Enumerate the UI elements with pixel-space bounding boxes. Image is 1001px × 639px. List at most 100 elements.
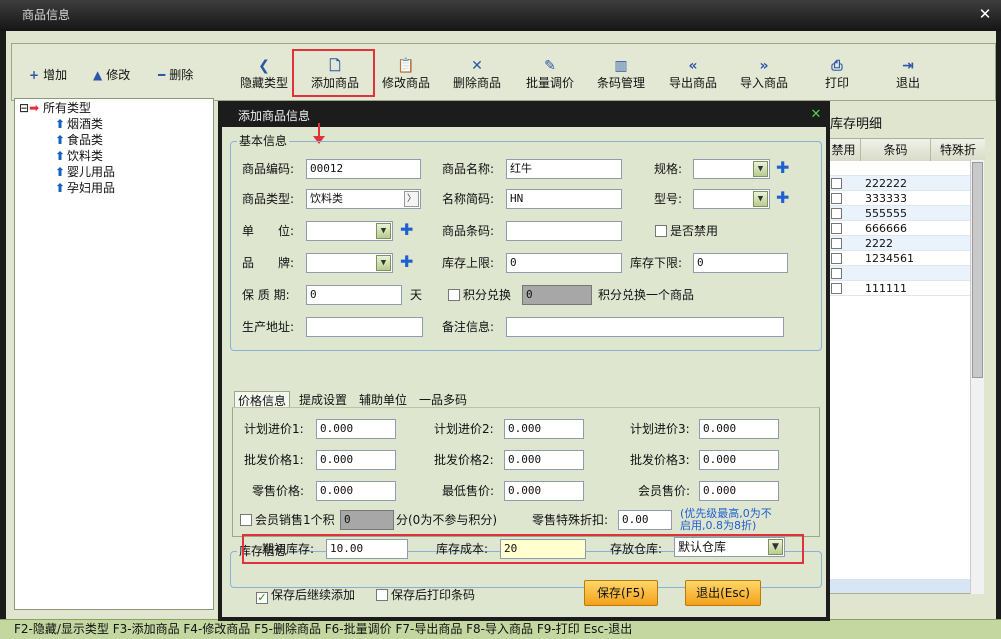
remark-input[interactable] <box>506 317 784 337</box>
points-exchange-checkbox[interactable]: 积分兑换 <box>448 287 511 303</box>
dialog-close-icon[interactable]: ✕ <box>808 107 824 123</box>
disabled-checkbox[interactable] <box>831 208 842 219</box>
column-header-barcode[interactable]: 条码 <box>861 139 931 161</box>
table-row[interactable]: 666666 <box>827 221 983 236</box>
product-type-input[interactable]: 饮料类〉 <box>306 189 421 209</box>
table-row[interactable]: 1234561 <box>827 251 983 266</box>
points-exchange-input[interactable]: 0 <box>522 285 592 305</box>
tree-node-root[interactable]: ⊟➡ 所有类型 <box>19 100 91 116</box>
stock-min-input[interactable]: 0 <box>693 253 788 273</box>
column-header-special-discount[interactable]: 特殊折 <box>931 139 985 161</box>
add-spec-icon[interactable]: ✚ <box>776 158 789 178</box>
column-header-disabled[interactable]: 禁用 <box>827 139 861 161</box>
table-row[interactable] <box>827 161 983 176</box>
batch-price-button[interactable]: ✎ 批量调价 <box>514 58 586 94</box>
stock-detail-title: 库存明细 <box>830 117 883 132</box>
exit-dialog-button[interactable]: 退出(Esc) <box>685 580 761 606</box>
disabled-checkbox[interactable] <box>831 178 842 189</box>
product-name-input[interactable]: 红牛 <box>506 159 622 179</box>
member-points-input[interactable]: 0 <box>340 510 394 530</box>
collapse-icon[interactable]: ⊟ <box>19 101 29 115</box>
status-bar: F2-隐藏/显示类型 F3-添加商品 F4-修改商品 F5-删除商品 F6-批量… <box>0 619 1001 639</box>
save-button[interactable]: 保存(F5) <box>584 580 658 606</box>
shelf-life-input[interactable]: 0 <box>306 285 402 305</box>
member-points-checkbox[interactable]: 会员销售1个积 <box>240 512 335 528</box>
import-product-button[interactable]: » 导入商品 <box>728 58 800 94</box>
dialog-body: 基本信息 商品编码: 00012 商品名称: 红牛 规格: ▼ ✚ 商品类型: … <box>222 123 826 617</box>
tree-node-item[interactable]: ⬆ 饮料类 <box>53 148 103 164</box>
table-row[interactable]: 555555 <box>827 206 983 221</box>
hide-type-button[interactable]: ❮ 隐藏类型 <box>228 58 300 94</box>
delete-product-button[interactable]: ✕ 删除商品 <box>441 58 513 94</box>
clipboard-icon: 📋 <box>397 58 415 74</box>
close-icon[interactable]: ✕ <box>976 6 994 24</box>
unit-select[interactable]: ▼ <box>306 221 393 241</box>
plan-price2-input[interactable]: 0.000 <box>504 419 584 439</box>
continue-after-save-checkbox[interactable]: ✓ 保存后继续添加 <box>256 587 355 604</box>
plan-price2-label: 计划进价2: <box>434 422 494 436</box>
scrollbar-thumb[interactable] <box>972 162 983 378</box>
barcode-icon: ▥ <box>614 58 628 74</box>
exit-button[interactable]: ⇥ 退出 <box>872 58 944 94</box>
tree-node-item[interactable]: ⬆ 食品类 <box>53 132 103 148</box>
disabled-checkbox[interactable]: 是否禁用 <box>655 223 718 239</box>
stock-info-highlight <box>242 534 804 564</box>
member-price-input[interactable]: 0.000 <box>699 481 779 501</box>
disabled-checkbox[interactable] <box>831 238 842 249</box>
special-discount-input[interactable]: 0.00 <box>618 510 672 530</box>
min-price-input[interactable]: 0.000 <box>504 481 584 501</box>
browse-type-icon[interactable]: 〉 <box>404 191 419 207</box>
chevron-down-icon[interactable]: ▼ <box>376 255 391 271</box>
disabled-checkbox[interactable] <box>831 223 842 234</box>
add-unit-icon[interactable]: ✚ <box>400 220 413 240</box>
product-code-input[interactable]: 00012 <box>306 159 421 179</box>
short-code-input[interactable]: HN <box>506 189 622 209</box>
chevron-down-icon[interactable]: ▼ <box>753 191 768 207</box>
wholesale-price3-input[interactable]: 0.000 <box>699 450 779 470</box>
wholesale-price1-input[interactable]: 0.000 <box>316 450 396 470</box>
grid-vertical-scrollbar[interactable] <box>970 160 984 594</box>
wholesale-price2-input[interactable]: 0.000 <box>504 450 584 470</box>
table-row[interactable]: 333333 <box>827 191 983 206</box>
table-row[interactable]: 2222 <box>827 236 983 251</box>
disabled-checkbox[interactable] <box>831 283 842 294</box>
tree-node-item[interactable]: ⬆ 烟酒类 <box>53 116 103 132</box>
disabled-checkbox[interactable] <box>831 193 842 204</box>
table-row[interactable] <box>827 266 983 281</box>
tree-node-item[interactable]: ⬆ 孕妇用品 <box>53 180 115 196</box>
remark-label: 备注信息: <box>442 320 495 334</box>
retail-price-input[interactable]: 0.000 <box>316 481 396 501</box>
wholesale-price2-label: 批发价格2: <box>434 453 494 467</box>
disabled-checkbox[interactable] <box>831 268 842 279</box>
double-right-icon: » <box>759 58 769 74</box>
short-code-label: 名称简码: <box>442 192 495 206</box>
delete-type-button[interactable]: ━ 删除 <box>158 67 193 83</box>
pen-icon: ✎ <box>544 58 556 74</box>
disabled-checkbox[interactable] <box>831 253 842 264</box>
table-row[interactable]: 222222 <box>827 176 983 191</box>
chevron-down-icon[interactable]: ▼ <box>753 161 768 177</box>
barcode-manage-button[interactable]: ▥ 条码管理 <box>585 58 657 94</box>
up-arrow-icon: ⬆ <box>54 149 66 163</box>
print-button[interactable]: ⎙ 打印 <box>801 58 873 94</box>
export-product-button[interactable]: «导出商品 <box>657 58 729 94</box>
edit-type-button[interactable]: ▲ 修改 <box>93 67 130 83</box>
spec-label: 规格: <box>654 162 683 176</box>
add-brand-icon[interactable]: ✚ <box>400 252 413 272</box>
add-type-button[interactable]: + 增加 <box>29 67 67 83</box>
print-barcode-after-save-checkbox[interactable]: 保存后打印条码 <box>376 587 475 603</box>
barcode-input[interactable] <box>506 221 622 241</box>
tree-node-item[interactable]: ⬆ 婴儿用品 <box>53 164 115 180</box>
model-select[interactable]: ▼ <box>693 189 770 209</box>
edit-product-button[interactable]: 📋 修改商品 <box>370 58 442 94</box>
add-model-icon[interactable]: ✚ <box>776 188 789 208</box>
origin-input[interactable] <box>306 317 423 337</box>
stock-max-input[interactable]: 0 <box>506 253 622 273</box>
plan-price1-input[interactable]: 0.000 <box>316 419 396 439</box>
chevron-down-icon[interactable]: ▼ <box>376 223 391 239</box>
spec-select[interactable]: ▼ <box>693 159 770 179</box>
wholesale-price1-label: 批发价格1: <box>244 453 304 467</box>
plan-price3-input[interactable]: 0.000 <box>699 419 779 439</box>
table-row[interactable]: 111111 <box>827 281 983 296</box>
brand-select[interactable]: ▼ <box>306 253 393 273</box>
